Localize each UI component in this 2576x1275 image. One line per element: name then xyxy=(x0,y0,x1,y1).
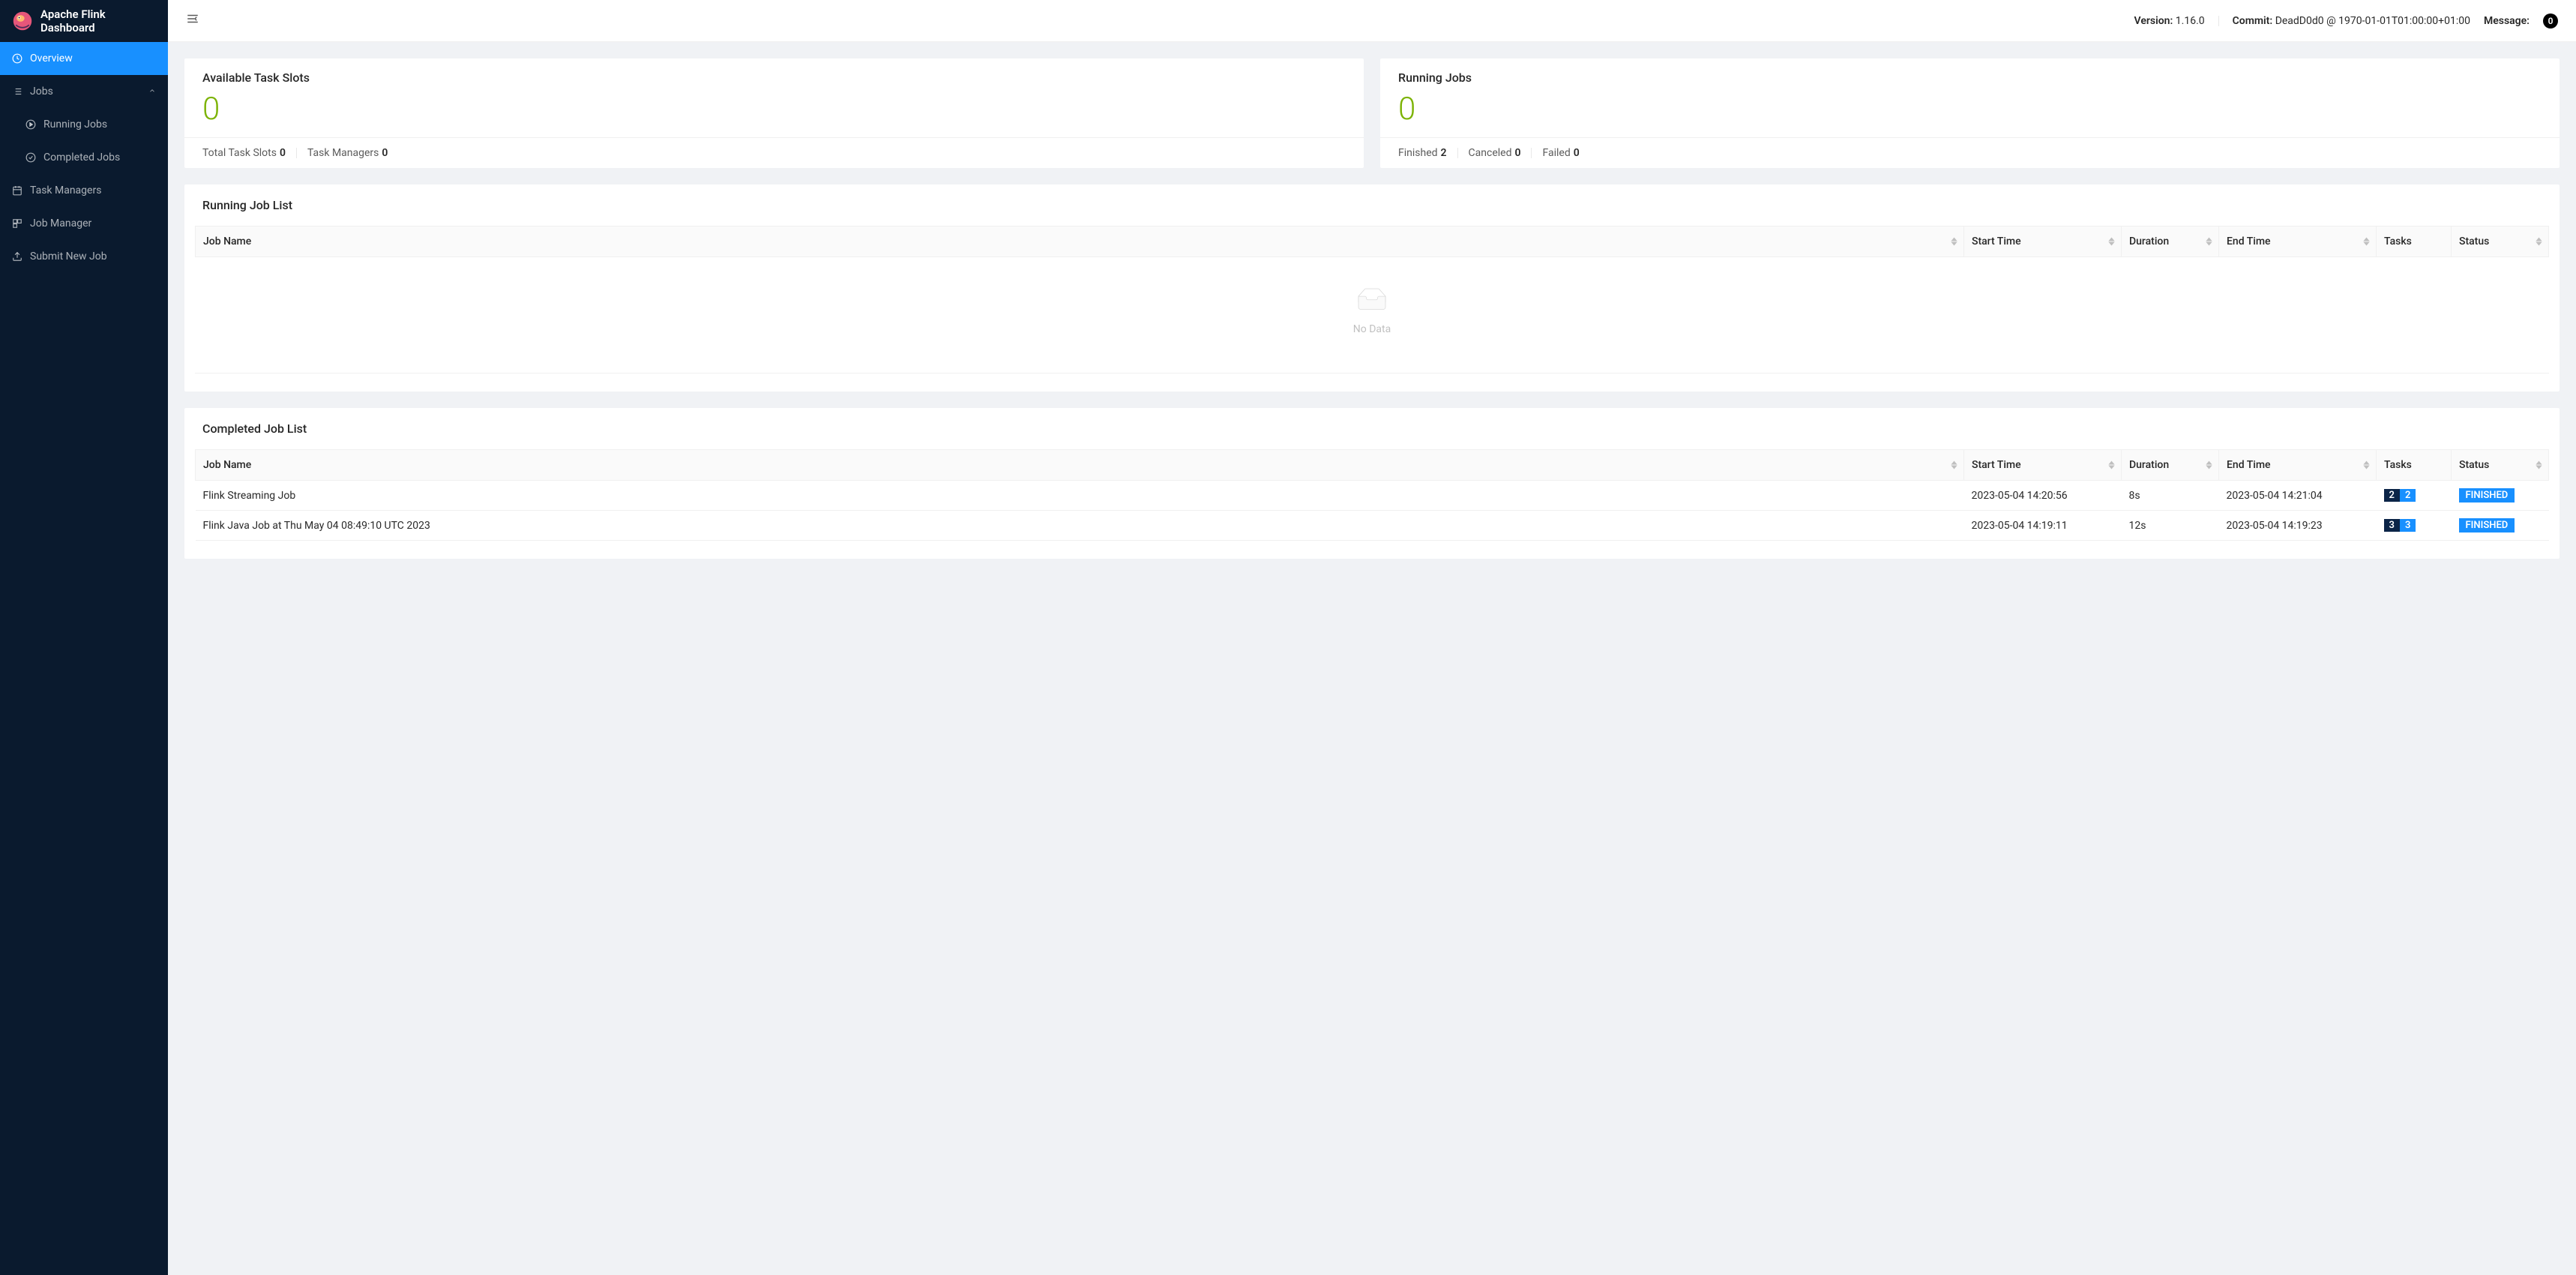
total-slots-stat: Total Task Slots0 xyxy=(202,147,286,159)
dashboard-icon xyxy=(12,53,22,64)
table-row[interactable]: Flink Streaming Job 2023-05-04 14:20:56 … xyxy=(196,481,2549,511)
flink-logo-icon xyxy=(12,10,33,32)
column-header-start-time[interactable]: Start Time xyxy=(1964,450,2122,481)
tasks-total-badge: 2 xyxy=(2384,489,2400,502)
cell-job-name: Flink Java Job at Thu May 04 08:49:10 UT… xyxy=(196,511,1964,541)
cell-tasks: 33 xyxy=(2377,511,2452,541)
cell-status: FINISHED xyxy=(2452,511,2549,541)
divider xyxy=(296,148,297,158)
message-badge[interactable]: 0 xyxy=(2543,14,2558,28)
cell-tasks: 22 xyxy=(2377,481,2452,511)
completed-jobs-table: Job Name Start Time Duration End Time Ta… xyxy=(195,449,2549,541)
chevron-up-icon xyxy=(148,86,156,98)
collapse-sidebar-button[interactable] xyxy=(186,12,199,29)
cell-duration: 8s xyxy=(2122,481,2219,511)
sort-icon xyxy=(2536,461,2542,470)
column-header-status[interactable]: Status xyxy=(2452,226,2549,257)
canceled-stat: Canceled0 xyxy=(1469,147,1521,159)
cell-start-time: 2023-05-04 14:19:11 xyxy=(1964,511,2122,541)
app-title: Apache Flink Dashboard xyxy=(40,8,156,34)
build-icon xyxy=(12,218,22,229)
column-header-tasks: Tasks xyxy=(2377,226,2452,257)
sort-icon xyxy=(2108,461,2115,470)
cell-end-time: 2023-05-04 14:21:04 xyxy=(2219,481,2377,511)
available-slots-value: 0 xyxy=(184,91,1364,137)
sidebar-item-jobs[interactable]: Jobs xyxy=(0,75,168,108)
sort-icon xyxy=(1951,238,1957,246)
column-header-status[interactable]: Status xyxy=(2452,450,2549,481)
column-header-duration[interactable]: Duration xyxy=(2122,226,2219,257)
sort-icon xyxy=(2206,461,2212,470)
column-header-job-name[interactable]: Job Name xyxy=(196,226,1964,257)
sort-icon xyxy=(2108,238,2115,246)
version-info: Version: 1.16.0 xyxy=(2134,15,2205,27)
sidebar-item-task-managers[interactable]: Task Managers xyxy=(0,174,168,207)
running-jobs-table: Job Name Start Time Duration End Time Ta… xyxy=(195,226,2549,257)
cell-job-name: Flink Streaming Job xyxy=(196,481,1964,511)
column-header-duration[interactable]: Duration xyxy=(2122,450,2219,481)
list-icon xyxy=(12,86,22,97)
schedule-icon xyxy=(12,185,22,196)
section-title: Running Job List xyxy=(184,184,2560,226)
sidebar-item-label: Completed Jobs xyxy=(43,152,120,164)
available-task-slots-card: Available Task Slots 0 Total Task Slots0… xyxy=(184,58,1364,168)
empty-box-icon xyxy=(1353,287,1391,314)
card-title: Running Jobs xyxy=(1380,58,2560,91)
topbar: Version: 1.16.0 Commit: DeadD0d0 @ 1970-… xyxy=(168,0,2576,42)
cell-status: FINISHED xyxy=(2452,481,2549,511)
sidebar-item-label: Task Managers xyxy=(30,184,101,196)
sidebar-item-running-jobs[interactable]: Running Jobs xyxy=(0,108,168,141)
sidebar-item-completed-jobs[interactable]: Completed Jobs xyxy=(0,141,168,174)
sidebar-item-label: Job Manager xyxy=(30,218,91,230)
cell-start-time: 2023-05-04 14:20:56 xyxy=(1964,481,2122,511)
status-badge: FINISHED xyxy=(2459,518,2515,532)
running-job-list-section: Running Job List Job Name Start Time Dur… xyxy=(184,184,2560,392)
message-info: Message: xyxy=(2484,15,2530,27)
sidebar-item-overview[interactable]: Overview xyxy=(0,42,168,75)
column-header-start-time[interactable]: Start Time xyxy=(1964,226,2122,257)
column-header-end-time[interactable]: End Time xyxy=(2219,226,2377,257)
check-circle-icon xyxy=(25,152,36,163)
running-jobs-value: 0 xyxy=(1380,91,2560,137)
empty-state: No Data xyxy=(195,257,2549,374)
running-jobs-card: Running Jobs 0 Finished2 Canceled0 Faile… xyxy=(1380,58,2560,168)
section-title: Completed Job List xyxy=(184,408,2560,449)
status-badge: FINISHED xyxy=(2459,488,2515,502)
sort-icon xyxy=(2363,461,2370,470)
divider xyxy=(1457,148,1458,158)
column-header-job-name[interactable]: Job Name xyxy=(196,450,1964,481)
sort-icon xyxy=(2536,238,2542,246)
sidebar: Apache Flink Dashboard Overview Jobs xyxy=(0,0,168,1275)
divider xyxy=(2218,16,2219,26)
sidebar-item-label: Running Jobs xyxy=(43,118,107,130)
divider xyxy=(1531,148,1532,158)
tasks-finished-badge: 3 xyxy=(2400,519,2416,532)
empty-text: No Data xyxy=(195,323,2549,335)
sidebar-item-submit-new-job[interactable]: Submit New Job xyxy=(0,240,168,273)
sidebar-item-label: Submit New Job xyxy=(30,250,107,262)
sort-icon xyxy=(2206,238,2212,246)
sort-icon xyxy=(1951,461,1957,470)
failed-stat: Failed0 xyxy=(1542,147,1579,159)
finished-stat: Finished2 xyxy=(1398,147,1447,159)
table-row[interactable]: Flink Java Job at Thu May 04 08:49:10 UT… xyxy=(196,511,2549,541)
column-header-end-time[interactable]: End Time xyxy=(2219,450,2377,481)
sidebar-menu: Overview Jobs Running Jobs xyxy=(0,42,168,273)
cell-end-time: 2023-05-04 14:19:23 xyxy=(2219,511,2377,541)
sidebar-header: Apache Flink Dashboard xyxy=(0,0,168,42)
play-circle-icon xyxy=(25,119,36,130)
tasks-finished-badge: 2 xyxy=(2400,489,2416,502)
sidebar-item-label: Jobs xyxy=(30,86,53,98)
column-header-tasks: Tasks xyxy=(2377,450,2452,481)
upload-icon xyxy=(12,251,22,262)
sort-icon xyxy=(2363,238,2370,246)
tasks-total-badge: 3 xyxy=(2384,519,2400,532)
card-title: Available Task Slots xyxy=(184,58,1364,91)
completed-job-list-section: Completed Job List Job Name Start Time D… xyxy=(184,408,2560,559)
cell-duration: 12s xyxy=(2122,511,2219,541)
commit-info: Commit: DeadD0d0 @ 1970-01-01T01:00:00+0… xyxy=(2233,15,2470,27)
sidebar-item-job-manager[interactable]: Job Manager xyxy=(0,207,168,240)
sidebar-item-label: Overview xyxy=(30,52,73,64)
task-managers-stat: Task Managers0 xyxy=(307,147,388,159)
